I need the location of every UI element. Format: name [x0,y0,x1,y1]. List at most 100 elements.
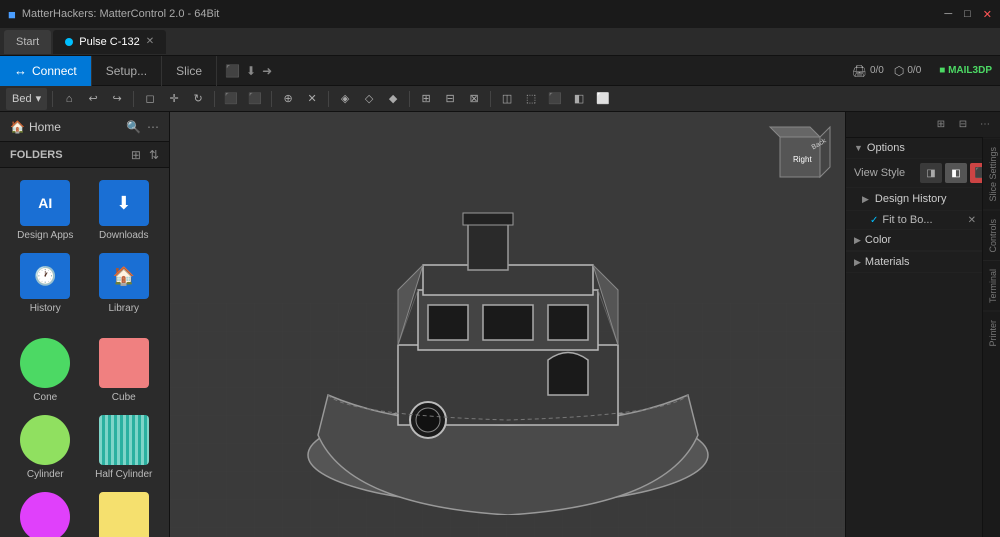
cone-label: Cone [33,392,57,403]
panel-more-icon[interactable]: ⋯ [976,116,994,134]
folders-label: Folders [10,149,63,161]
connect-icon: ↔ [14,63,27,78]
undo-button[interactable]: ↩ [82,88,104,110]
color-chevron-icon: ▶ [854,235,861,246]
view-style-btn1[interactable]: ◨ [920,163,942,183]
tool3[interactable]: ⊕ [277,88,299,110]
downloads-icon: ⬇ [99,180,149,226]
svg-text:Right: Right [793,155,812,164]
sidebar: 🏠 Home 🔍 ⋯ Folders ⊞ ⇅ AI Design Apps [0,112,170,537]
breadcrumb-label: Home [29,120,61,134]
materials-chevron-icon: ▶ [854,257,861,268]
connect-button[interactable]: ↔ Connect [0,56,92,86]
color-section: ▶ Color [846,230,1000,252]
tab-printer[interactable]: Printer [983,311,1000,355]
tab-start[interactable]: Start [4,30,51,54]
sort-icon[interactable]: ⇅ [149,148,159,162]
more-icon[interactable]: ⋯ [147,120,159,134]
fit-to-box-check-icon[interactable]: ✓ [870,215,878,226]
bed-label: Bed [12,93,32,105]
tool4[interactable]: ✕ [301,88,323,110]
toolbar-sep4 [271,91,272,107]
home-button[interactable]: ⌂ [58,88,80,110]
slice-button[interactable]: Slice [162,56,217,86]
toolbar-icon3[interactable]: ➜ [262,64,272,78]
slice-label: Slice [176,64,202,78]
toolbar-sep2 [133,91,134,107]
maximize-button[interactable]: □ [964,8,971,21]
tabbar: Start Pulse C-132 ✕ [0,28,1000,56]
sidebar-item-downloads[interactable]: ⬇ Downloads [87,176,162,245]
tool1[interactable]: ⬛ [220,88,242,110]
tool7[interactable]: ◆ [382,88,404,110]
tab-pulse[interactable]: Pulse C-132 ✕ [53,30,166,54]
titlebar-left: ■ MatterHackers: MatterControl 2.0 - 64B… [8,7,219,22]
titlebar-controls[interactable]: ─ □ ✕ [944,8,992,21]
toolbar: Bed ▾ ⌂ ↩ ↪ ◻ ✛ ↻ ⬛ ⬛ ⊕ ✕ ◈ ◇ ◆ ⊞ ⊟ ⊠ ◫ … [0,86,1000,112]
bed-dropdown[interactable]: Bed ▾ [6,88,47,110]
minimize-button[interactable]: ─ [944,8,952,21]
options-section[interactable]: ▼ Options [846,138,1000,159]
nav-cube[interactable]: Right Back [765,122,835,192]
fit-to-box-label[interactable]: Fit to Bo... [882,214,932,226]
downloads-label: Downloads [99,230,148,241]
sidebar-item-half-wedge[interactable]: Half Wedge [87,488,162,537]
library-icon: 🏠 [99,253,149,299]
materials-header[interactable]: ▶ Materials [846,252,1000,273]
titlebar: ■ MatterHackers: MatterControl 2.0 - 64B… [0,0,1000,28]
counter1-value: 0/0 [870,65,884,76]
viewport-3d[interactable]: Right Back [170,112,845,537]
panel-icon2[interactable]: ⊟ [954,116,972,134]
view5[interactable]: ⬜ [592,88,614,110]
counter1-badge: 🖨 0/0 [852,64,884,78]
fit-to-box-close-icon[interactable]: ✕ [968,215,976,226]
view1[interactable]: ◫ [496,88,518,110]
toolbar-sep6 [409,91,410,107]
sidebar-item-half-cylinder[interactable]: Half Cylinder [87,411,162,484]
setup-button[interactable]: Setup... [92,56,162,86]
sidebar-item-library[interactable]: 🏠 Library [87,249,162,318]
tool6[interactable]: ◇ [358,88,380,110]
tool2[interactable]: ⬛ [244,88,266,110]
tab-slice-settings[interactable]: Slice Settings [983,138,1000,210]
tool5[interactable]: ◈ [334,88,356,110]
move-button[interactable]: ✛ [163,88,185,110]
options-label: Options [867,142,905,154]
view-style-btn2[interactable]: ◧ [945,163,967,183]
half-wedge-icon [99,492,149,537]
tab-terminal[interactable]: Terminal [983,260,1000,311]
counter2-badge: ⬡ 0/0 [894,64,921,78]
sidebar-item-design-apps[interactable]: AI Design Apps [8,176,83,245]
view3[interactable]: ⬛ [544,88,566,110]
library-label: Library [108,303,139,314]
view2[interactable]: ⬚ [520,88,542,110]
panel-icon1[interactable]: ⊞ [932,116,950,134]
sidebar-item-half-sphere[interactable]: Half Sphere [8,488,83,537]
panel-header: ⊞ ⊟ ⋯ [846,112,1000,138]
align-tool[interactable]: ⊞ [415,88,437,110]
half-cylinder-icon [99,415,149,465]
grid-view-icon[interactable]: ⊞ [131,148,141,162]
select-button[interactable]: ◻ [139,88,161,110]
sidebar-item-cone[interactable]: Cone [8,334,83,407]
toolbar-icon2[interactable]: ⬇ [246,64,256,78]
view-style-row: View Style ◨ ◧ ⬛ [846,159,1000,188]
fit-to-box-row: ✓ Fit to Bo... ✕ ⋯ [846,211,1000,230]
arrange-tool[interactable]: ⊠ [463,88,485,110]
color-header[interactable]: ▶ Color [846,230,1000,251]
close-button[interactable]: ✕ [983,8,992,21]
sidebar-item-cylinder[interactable]: Cylinder [8,411,83,484]
sidebar-item-history[interactable]: 🕐 History [8,249,83,318]
rotate-button[interactable]: ↻ [187,88,209,110]
search-icon[interactable]: 🔍 [126,120,141,134]
redo-button[interactable]: ↪ [106,88,128,110]
view4[interactable]: ◧ [568,88,590,110]
design-history-chevron-icon[interactable]: ▶ [862,194,869,205]
tab-controls[interactable]: Controls [983,210,1000,261]
mirror-tool[interactable]: ⊟ [439,88,461,110]
sidebar-item-cube[interactable]: Cube [87,334,162,407]
tab-close-icon[interactable]: ✕ [146,36,154,47]
design-history-label[interactable]: Design History [875,193,947,205]
toolbar-icon1[interactable]: ⬛ [225,64,240,78]
cylinder-icon [20,415,70,465]
